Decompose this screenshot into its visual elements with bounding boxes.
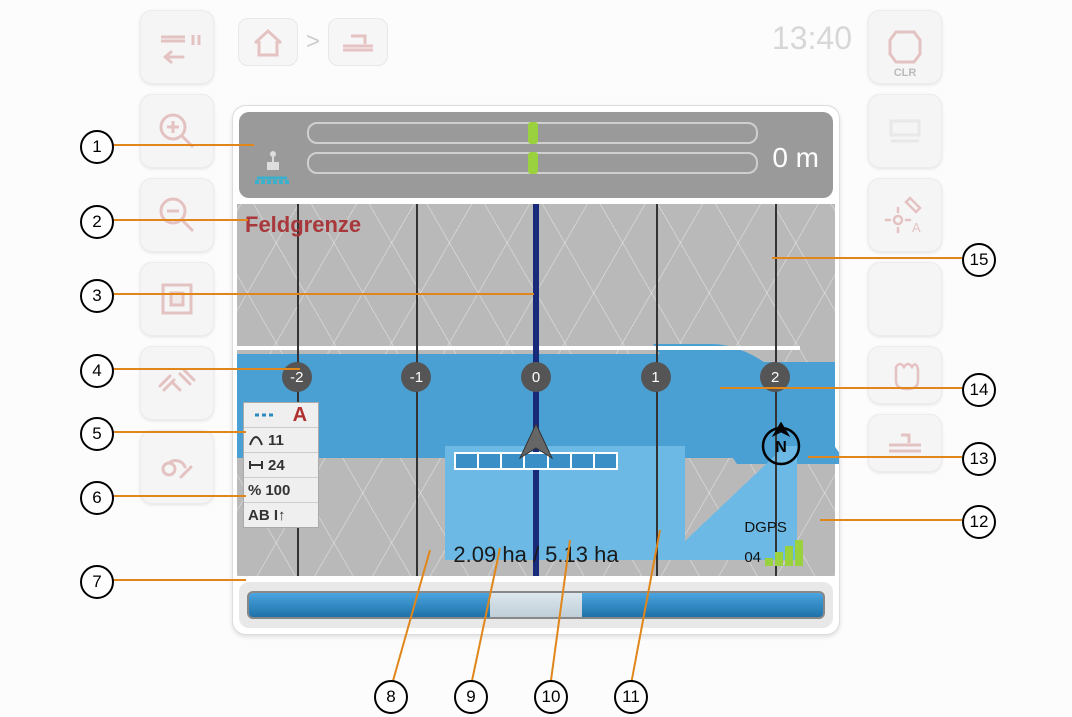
status-row: 11 xyxy=(244,428,318,453)
settings-wrench-button[interactable] xyxy=(140,430,214,504)
clr-label: CLR xyxy=(869,67,941,79)
dgps-label: DGPS xyxy=(744,519,813,536)
blank-button-1[interactable] xyxy=(868,262,942,336)
breadcrumb-separator: > xyxy=(306,28,320,56)
width-icon xyxy=(248,458,264,472)
mode-row: A xyxy=(244,403,318,428)
clr-button[interactable]: CLR xyxy=(868,10,942,84)
home-icon[interactable] xyxy=(238,18,298,66)
section-bar xyxy=(239,582,833,628)
tractor-faded-button[interactable] xyxy=(868,94,942,168)
tractor-icon[interactable] xyxy=(328,18,388,66)
callout-12: 12 xyxy=(962,505,996,539)
callout-7: 7 xyxy=(80,565,114,599)
signal-bars-icon xyxy=(765,538,813,566)
lightbar-icon xyxy=(253,146,293,186)
svg-text:A: A xyxy=(912,220,921,235)
lightbar-marker-icon xyxy=(528,122,538,144)
status-row: % 100 xyxy=(244,478,318,503)
area-total: 5.13 ha xyxy=(545,542,618,567)
set-a-point-button[interactable]: A xyxy=(868,178,942,252)
section-track[interactable] xyxy=(247,591,825,619)
status-row: AB I↑ xyxy=(244,503,318,527)
left-toolbar xyxy=(140,10,214,504)
callout-2: 2 xyxy=(80,205,114,239)
track-number-bubble: -1 xyxy=(401,362,431,392)
track-number-bubble: -2 xyxy=(282,362,312,392)
auto-tractor-button[interactable] xyxy=(868,414,942,472)
lightbar-marker-icon xyxy=(528,152,538,174)
tractor-pause-back-button[interactable] xyxy=(140,10,214,84)
vehicle-icon xyxy=(516,422,556,462)
lightbar-track-bottom xyxy=(307,152,758,174)
satellite-button[interactable] xyxy=(140,346,214,420)
zoom-in-button[interactable] xyxy=(140,94,214,168)
dgps-id: 04 xyxy=(744,549,761,566)
area-worked: 2.09 ha xyxy=(453,542,526,567)
auto-hand-button[interactable] xyxy=(868,346,942,404)
callout-15: 15 xyxy=(962,243,996,277)
status-box: A 11 24 % 100 AB I↑ xyxy=(243,402,319,528)
callout-13: 13 xyxy=(962,442,996,476)
track-number-bubble: 1 xyxy=(641,362,671,392)
callout-3: 3 xyxy=(80,279,114,313)
compass-icon: N xyxy=(757,422,805,470)
field-boundary-label: Feldgrenze xyxy=(245,212,361,238)
track-number-bubble: 2 xyxy=(760,362,790,392)
right-toolbar: CLR A xyxy=(868,10,942,472)
lightbar: 0 m xyxy=(239,112,833,198)
area-readout: 2.09 ha / 5.13 ha xyxy=(453,542,618,568)
breadcrumb: > xyxy=(238,18,388,66)
map-area[interactable]: -2 -1 0 1 2 Feldgrenze A 11 24 xyxy=(237,204,835,576)
lightbar-distance: 0 m xyxy=(772,142,819,174)
mode-label: A xyxy=(293,404,307,427)
callout-10: 10 xyxy=(534,680,568,714)
callout-1: 1 xyxy=(80,130,114,164)
zoom-out-button[interactable] xyxy=(140,178,214,252)
dgps-status: DGPS 04 xyxy=(744,519,813,566)
clock: 13:40 xyxy=(772,20,852,57)
callout-4: 4 xyxy=(80,354,114,388)
callout-6: 6 xyxy=(80,481,114,515)
mode-icon xyxy=(255,409,275,421)
main-panel: 0 m -2 -1 0 1 2 Feldgrenze A xyxy=(232,105,840,635)
callout-8: 8 xyxy=(374,680,408,714)
svg-text:N: N xyxy=(775,439,787,456)
record-button[interactable] xyxy=(140,262,214,336)
percent-icon: % xyxy=(248,482,261,499)
curve-icon xyxy=(248,433,264,447)
callout-9: 9 xyxy=(454,680,488,714)
status-row: 24 xyxy=(244,453,318,478)
headland-line xyxy=(237,346,800,350)
callout-14: 14 xyxy=(962,373,996,407)
lightbar-tracks xyxy=(307,122,758,182)
callout-11: 11 xyxy=(614,680,648,714)
callout-5: 5 xyxy=(80,417,114,451)
lightbar-track-top xyxy=(307,122,758,144)
track-number-bubble: 0 xyxy=(521,362,551,392)
section-gap xyxy=(490,591,582,619)
